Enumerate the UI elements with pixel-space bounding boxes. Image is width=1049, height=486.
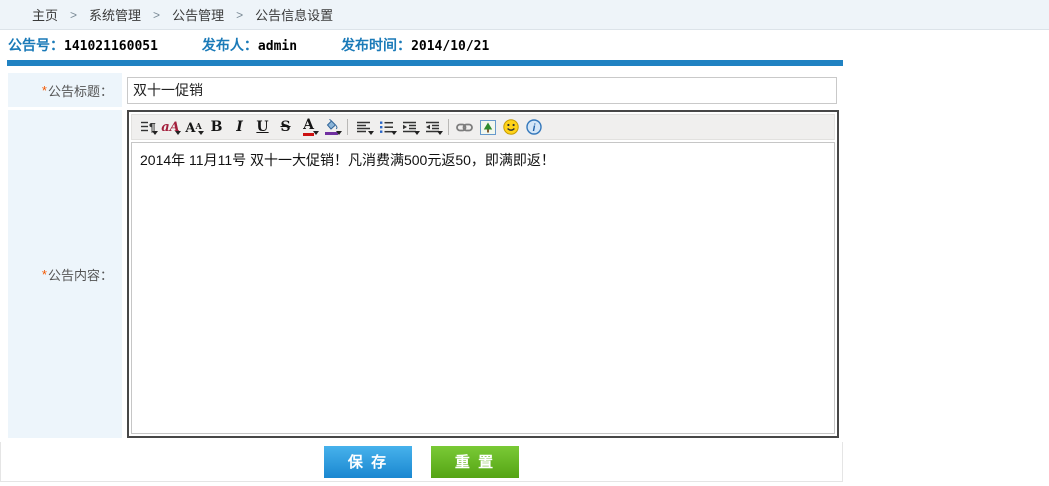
fill-color-icon[interactable] (320, 116, 343, 138)
emoticon-icon[interactable] (499, 116, 522, 138)
content-label-text: 公告内容： (48, 265, 113, 284)
title-row: * 公告标题： (0, 73, 1049, 107)
info-field: 发布人：admin (202, 35, 297, 55)
reset-button[interactable]: 重 置 (431, 446, 519, 478)
rich-text-editor: ¶aAAABIUSAi 2014年 11月11号 双十一大促销！凡消费满500元… (127, 110, 839, 438)
breadcrumb-separator: > (153, 8, 160, 22)
announcement-form: * 公告标题： * 公告内容： ¶aAAABIUSAi 2014年 11月11号… (0, 73, 1049, 482)
italic-icon[interactable]: I (228, 116, 251, 138)
title-label-text: 公告标题： (48, 81, 113, 100)
breadcrumb-item[interactable]: 系统管理 (89, 5, 141, 24)
editor-toolbar: ¶aAAABIUSAi (131, 114, 835, 140)
bulleted-list-icon[interactable] (375, 116, 398, 138)
bold-icon[interactable]: B (205, 116, 228, 138)
content-row: * 公告内容： ¶aAAABIUSAi 2014年 11月11号 双十一大促销！… (0, 110, 1049, 438)
underline-icon[interactable]: U (251, 116, 274, 138)
form-actions: 保 存 重 置 (0, 442, 843, 482)
breadcrumb-item[interactable]: 主页 (32, 5, 58, 24)
svg-text:¶: ¶ (149, 121, 156, 135)
breadcrumb: 主页 > 系统管理 > 公告管理 > 公告信息设置 (0, 0, 1049, 30)
info-field-value: 141021160051 (64, 39, 158, 54)
info-field-value: 2014/10/21 (411, 39, 489, 54)
content-label: * 公告内容： (8, 110, 122, 438)
required-mark: * (42, 83, 47, 98)
blue-divider (7, 60, 843, 66)
breadcrumb-separator: > (236, 8, 243, 22)
title-label: * 公告标题： (8, 73, 122, 107)
info-field-value: admin (258, 39, 297, 54)
info-field-label: 公告号： (8, 37, 64, 53)
editor-content-area[interactable]: 2014年 11月11号 双十一大促销！凡消费满500元返50，即满即返！ (131, 142, 835, 434)
required-mark: * (42, 267, 47, 282)
svg-text:i: i (532, 123, 535, 134)
title-field-cell (127, 73, 837, 107)
save-button[interactable]: 保 存 (324, 446, 412, 478)
outdent-icon[interactable] (421, 116, 444, 138)
indent-icon[interactable] (398, 116, 421, 138)
paragraph-format-icon[interactable]: ¶ (136, 116, 159, 138)
toolbar-separator (347, 119, 348, 135)
font-size-icon[interactable]: AA (182, 116, 205, 138)
about-icon[interactable]: i (522, 116, 545, 138)
info-field-label: 发布人： (202, 37, 258, 53)
info-field: 公告号：141021160051 (8, 35, 158, 55)
insert-image-icon[interactable] (476, 116, 499, 138)
info-field-label: 发布时间： (341, 37, 411, 53)
announcement-info-bar: 公告号：141021160051 发布人：admin 发布时间：2014/10/21 (0, 30, 1049, 60)
breadcrumb-item[interactable]: 公告信息设置 (255, 5, 333, 24)
justify-icon[interactable] (352, 116, 375, 138)
breadcrumb-item[interactable]: 公告管理 (172, 5, 224, 24)
title-input[interactable] (127, 77, 837, 104)
insert-link-icon[interactable] (453, 116, 476, 138)
font-name-icon[interactable]: aA (159, 116, 182, 138)
text-color-icon[interactable]: A (297, 116, 320, 138)
strikethrough-icon[interactable]: S (274, 116, 297, 138)
toolbar-separator (448, 119, 449, 135)
info-field: 发布时间：2014/10/21 (341, 35, 489, 55)
content-field-cell: ¶aAAABIUSAi 2014年 11月11号 双十一大促销！凡消费满500元… (127, 110, 839, 438)
breadcrumb-separator: > (70, 8, 77, 22)
